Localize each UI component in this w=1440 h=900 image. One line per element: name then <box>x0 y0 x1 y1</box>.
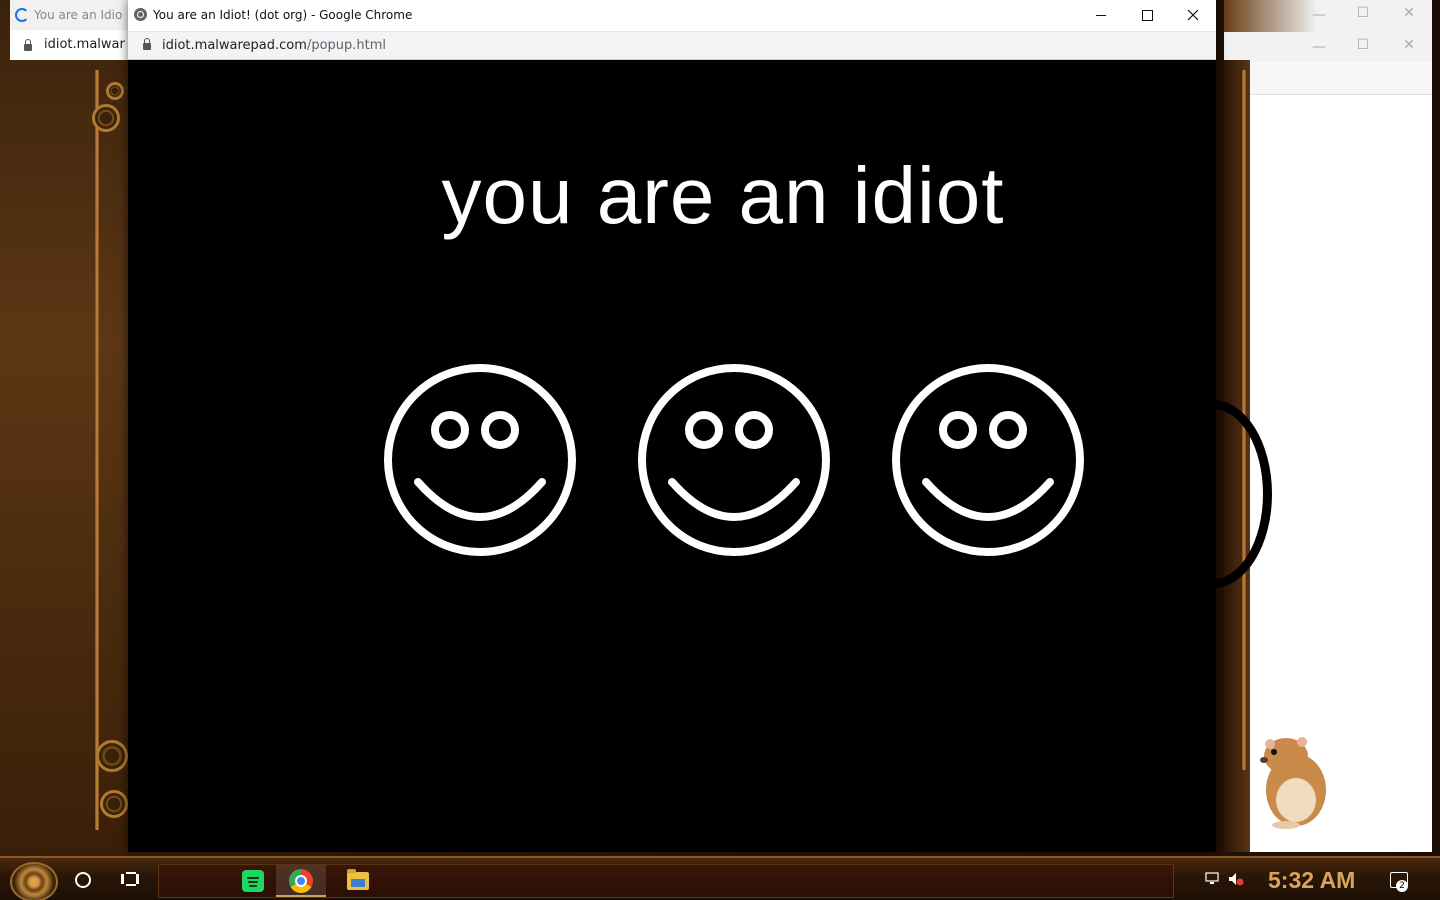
window-title-row: You are an Idio <box>10 0 135 30</box>
close-button[interactable]: ✕ <box>1386 5 1432 21</box>
smiley-row <box>128 60 1216 852</box>
minimize-button[interactable] <box>1078 0 1124 31</box>
desktop-wallpaper <box>0 0 130 856</box>
hamster-image <box>1260 737 1326 829</box>
smiley-face <box>384 364 576 556</box>
minimize-button[interactable]: — <box>1296 7 1342 23</box>
spotify-icon <box>242 870 264 892</box>
search-icon[interactable] <box>75 872 91 888</box>
wallpaper-gear <box>92 104 120 132</box>
taskbar-clock[interactable]: 5:32 AM <box>1268 864 1355 896</box>
close-button[interactable]: ✕ <box>1386 37 1432 53</box>
notification-count-badge: 2 <box>1396 880 1408 892</box>
smiley-face <box>892 364 1084 556</box>
start-button[interactable] <box>10 862 58 900</box>
loading-icon <box>15 8 29 22</box>
maximize-button[interactable]: ☐ <box>1340 37 1386 53</box>
lock-icon <box>143 38 151 50</box>
url-host: idiot.malwarepad.com <box>162 38 307 53</box>
address-bar[interactable]: idiot.malwarepad.com/popup.html <box>128 32 1216 60</box>
taskbar: 5:32 AM 2 <box>0 856 1440 900</box>
window-title: You are an Idiot! (dot org) - Google Chr… <box>153 8 413 22</box>
url-path: /popup.html <box>306 38 387 53</box>
window-titlebar-2: — ☐ ✕ <box>1224 32 1432 62</box>
taskbar-app-chrome[interactable] <box>276 865 326 897</box>
smiley-face <box>638 364 830 556</box>
window-titlebar: — ☐ ✕ <box>1224 0 1432 32</box>
popup-browser-window[interactable]: You are an Idiot! (dot org) - Google Chr… <box>128 0 1216 852</box>
maximize-button[interactable]: ☐ <box>1340 5 1386 21</box>
address-url: idiot.malwarepad.com/popup.html <box>162 32 386 59</box>
task-view-icon[interactable] <box>121 872 139 886</box>
folder-icon <box>347 869 369 890</box>
close-button[interactable] <box>1170 0 1216 31</box>
wallpaper-gear <box>100 790 128 818</box>
wallpaper-gear <box>106 82 124 100</box>
window-titlebar[interactable]: You are an Idiot! (dot org) - Google Chr… <box>128 0 1216 32</box>
wallpaper-gear <box>96 740 128 772</box>
maximize-button[interactable] <box>1124 0 1170 31</box>
volume-muted-icon[interactable] <box>1228 872 1244 886</box>
page-content: you are an idiot <box>128 60 1216 852</box>
system-tray: 5:32 AM 2 <box>1182 864 1432 896</box>
chrome-icon <box>289 869 313 893</box>
taskbar-app-spotify[interactable] <box>227 865 277 897</box>
lock-icon <box>24 39 32 51</box>
minimize-icon <box>1096 14 1106 16</box>
window-title: You are an Idio <box>34 8 123 22</box>
address-url: idiot.malwar <box>44 37 125 52</box>
taskbar-app-strip <box>158 864 1174 898</box>
taskbar-app-file-explorer[interactable] <box>333 865 383 897</box>
globe-icon <box>134 8 147 21</box>
wallpaper-pipe <box>95 70 99 830</box>
network-icon[interactable] <box>1204 872 1220 886</box>
minimize-button[interactable]: — <box>1296 39 1342 55</box>
close-icon <box>1187 9 1199 21</box>
address-bar[interactable]: idiot.malwar <box>10 30 135 60</box>
address-bar[interactable] <box>1224 62 1432 95</box>
background-browser-window-right[interactable]: — ☐ ✕ — ☐ ✕ <box>1154 0 1432 852</box>
maximize-icon <box>1141 9 1153 21</box>
background-browser-window[interactable]: You are an Idio idiot.malwar <box>10 0 136 60</box>
